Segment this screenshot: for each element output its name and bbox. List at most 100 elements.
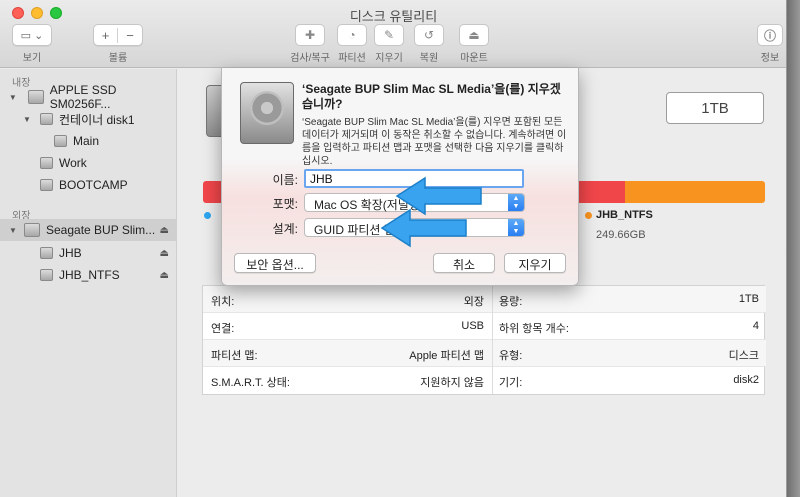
sidebar-item-label: 컨테이너 disk1 xyxy=(59,112,135,127)
info-value: USB xyxy=(461,320,484,332)
info-key: 위치: xyxy=(211,296,235,308)
minus-icon: − xyxy=(126,27,134,43)
legend-dot-jhb-ntfs xyxy=(585,212,592,219)
view-button[interactable]: ▭ ⌄ xyxy=(12,24,52,46)
background-window-strip xyxy=(787,0,800,497)
volume-icon xyxy=(40,247,53,259)
first-aid-button[interactable]: ✚ xyxy=(295,24,325,46)
restore-label: 복원 xyxy=(419,53,439,64)
disk-size-box: 1TB xyxy=(666,92,764,124)
sidebar-item-label: BOOTCAMP xyxy=(59,178,128,192)
erase-button[interactable]: 지우기 xyxy=(504,253,566,273)
sidebar-item-label: Seagate BUP Slim... xyxy=(46,223,156,237)
legend-size: 249.66GB xyxy=(596,229,646,241)
info-value: 외장 xyxy=(463,296,484,308)
eject-icon[interactable]: ⏏ xyxy=(160,270,169,281)
disk-utility-window: 디스크 유틸리티 ▭ ⌄ 보기 + − 볼륨 ✚ 검사/복구 ◔ 파티션 ✎ 지… xyxy=(0,0,787,497)
info-button[interactable]: ⓘ xyxy=(757,24,783,46)
volume-label: 볼륨 xyxy=(108,53,128,64)
security-options-button[interactable]: 보안 옵션... xyxy=(234,253,316,273)
sidebar-item-apple-ssd[interactable]: ▼ APPLE SSD SM0256F... xyxy=(0,83,177,111)
partition-button[interactable]: ◔ xyxy=(337,24,367,46)
erase-toolbar-button[interactable]: ✎ xyxy=(374,24,404,46)
info-table: 위치: 외장 용량: 1TB 연결: USB 하위 항목 개수: 4 파티션 맵… xyxy=(202,285,766,395)
info-icon: ⓘ xyxy=(763,28,776,43)
info-value: 4 xyxy=(752,320,759,332)
disclosure-down-icon[interactable]: ▼ xyxy=(22,115,32,124)
eject-icon[interactable]: ⏏ xyxy=(160,225,169,236)
sidebar-icon: ▭ ⌄ xyxy=(20,29,44,42)
sidebar-item-label: APPLE SSD SM0256F... xyxy=(49,83,117,111)
partition-label: 파티션 xyxy=(338,53,366,64)
name-label: 이름: xyxy=(272,173,298,187)
disclosure-down-icon[interactable]: ▼ xyxy=(8,93,18,102)
table-row: 위치: 외장 용량: 1TB xyxy=(203,286,766,313)
table-row: S.M.A.R.T. 상태: 지원하지 않음 기기: disk2 xyxy=(203,367,766,394)
info-key: 기기: xyxy=(499,377,523,389)
window-title: 디스크 유틸리티 xyxy=(349,9,438,24)
sidebar-item-jhb[interactable]: JHB ⏏ xyxy=(0,242,177,264)
view-label: 보기 xyxy=(22,53,42,64)
column-divider xyxy=(492,286,493,394)
info-value: 지원하지 않음 xyxy=(420,377,484,389)
disclosure-down-icon[interactable]: ▼ xyxy=(8,226,18,235)
volume-icon xyxy=(40,157,53,169)
sidebar-item-bootcamp[interactable]: BOOTCAMP xyxy=(0,174,177,196)
info-key: S.M.A.R.T. 상태: xyxy=(211,377,290,389)
plus-icon: + xyxy=(94,27,118,43)
cancel-button[interactable]: 취소 xyxy=(433,253,495,273)
first-aid-label: 검사/복구 xyxy=(290,53,330,64)
internal-disk-icon xyxy=(27,90,44,104)
eject-icon[interactable]: ⏏ xyxy=(160,248,169,259)
volume-icon xyxy=(40,269,53,281)
info-key: 용량: xyxy=(499,296,523,308)
external-disk-icon xyxy=(240,82,294,144)
sidebar-item-work[interactable]: Work xyxy=(0,152,177,174)
info-label: 정보 xyxy=(760,53,780,64)
pie-chart-icon: ◔ xyxy=(348,28,356,42)
info-key: 유형: xyxy=(499,350,523,362)
chevron-updown-icon: ▲ ▼ xyxy=(508,194,524,211)
dialog-description: ‘Seagate BUP Slim Mac SL Media’을(를) 지우면 … xyxy=(302,117,567,167)
stethoscope-icon: ✚ xyxy=(304,28,316,42)
legend-dot-blue xyxy=(204,212,211,219)
volume-add-remove-button[interactable]: + − xyxy=(93,24,143,46)
mount-label: 마운트 xyxy=(460,53,488,64)
sidebar-item-main[interactable]: Main xyxy=(0,130,177,152)
sidebar-item-label: JHB_NTFS xyxy=(59,268,120,282)
external-disk-icon xyxy=(24,223,40,237)
dialog-title: ‘Seagate BUP Slim Mac SL Media’을(를) 지우겠습… xyxy=(302,82,561,111)
sidebar-item-container-disk1[interactable]: ▼ 컨테이너 disk1 xyxy=(0,108,177,130)
scheme-label: 설계: xyxy=(272,222,298,236)
mount-icon: ⏏ xyxy=(468,28,480,42)
legend-name: JHB_NTFS xyxy=(596,209,653,221)
sidebar-item-seagate[interactable]: ▼ Seagate BUP Slim... ⏏ xyxy=(0,219,177,241)
sidebar-item-label: Main xyxy=(73,134,100,148)
sidebar-item-label: Work xyxy=(59,156,87,170)
volume-icon xyxy=(54,135,67,147)
sidebar: 내장 ▼ APPLE SSD SM0256F... ▼ 컨테이너 disk1 M… xyxy=(0,69,177,497)
info-value: 디스크 xyxy=(728,350,759,362)
info-key: 연결: xyxy=(211,323,235,335)
arrow-pointing-scheme-icon xyxy=(380,208,467,248)
erase-icon: ✎ xyxy=(383,28,395,42)
chevron-updown-icon: ▲ ▼ xyxy=(508,219,524,236)
sidebar-item-jhb-ntfs[interactable]: JHB_NTFS ⏏ xyxy=(0,264,177,286)
container-icon xyxy=(40,113,53,125)
info-value: 1TB xyxy=(738,293,759,305)
erase-label: 지우기 xyxy=(375,53,403,64)
info-value: disk2 xyxy=(733,374,759,386)
toolbar: 디스크 유틸리티 ▭ ⌄ 보기 + − 볼륨 ✚ 검사/복구 ◔ 파티션 ✎ 지… xyxy=(0,0,786,68)
info-key: 파티션 맵: xyxy=(211,350,258,362)
format-label: 포맷: xyxy=(272,197,298,211)
sidebar-item-label: JHB xyxy=(59,246,82,260)
info-key: 하위 항목 개수: xyxy=(499,323,569,335)
restore-button[interactable]: ↺ xyxy=(414,24,444,46)
info-value: Apple 파티션 맵 xyxy=(409,350,484,362)
volume-icon xyxy=(40,179,53,191)
mount-button[interactable]: ⏏ xyxy=(459,24,489,46)
usage-segment-jhb-ntfs xyxy=(624,181,765,203)
restore-icon: ↺ xyxy=(423,28,435,42)
table-row: 연결: USB 하위 항목 개수: 4 xyxy=(203,313,766,340)
table-row: 파티션 맵: Apple 파티션 맵 유형: 디스크 xyxy=(203,340,766,367)
